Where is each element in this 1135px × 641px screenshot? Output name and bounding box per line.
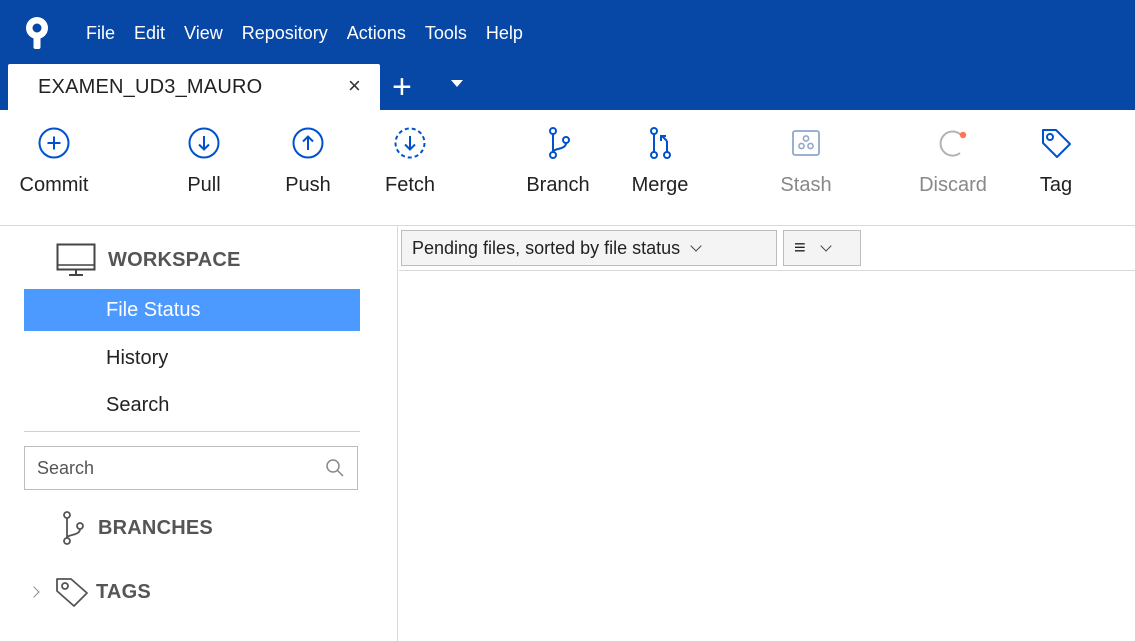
menu-edit[interactable]: Edit — [134, 22, 176, 44]
branch-icon — [549, 127, 570, 159]
workspace-header[interactable]: WORKSPACE — [56, 242, 241, 278]
workspace-label: WORKSPACE — [108, 248, 241, 271]
menu-help[interactable]: Help — [486, 22, 534, 44]
tag-icon — [56, 578, 88, 607]
fetch-button[interactable]: Fetch — [365, 126, 455, 226]
menu-actions[interactable]: Actions — [347, 22, 417, 44]
branch-icon — [63, 511, 84, 545]
plus-circle-icon — [38, 127, 70, 159]
sidebar-search-box — [24, 446, 358, 490]
merge-button[interactable]: Merge — [615, 126, 705, 226]
menu-bar: File Edit View Repository Actions Tools … — [86, 22, 542, 44]
main-toolbar: Commit Pull Push Fetch Branch Merge Stas… — [0, 110, 1135, 226]
title-bar: File Edit View Repository Actions Tools … — [0, 0, 1135, 110]
search-icon[interactable] — [325, 458, 345, 478]
file-status-panel: Pending files, sorted by file status ≡ — [399, 226, 1135, 641]
chevron-down-icon — [690, 239, 702, 252]
tags-label: TAGS — [96, 580, 151, 603]
sidebar-item-history[interactable]: History — [24, 337, 360, 379]
menu-view[interactable]: View — [184, 22, 234, 44]
sidebar-divider — [24, 431, 360, 432]
view-mode-dropdown[interactable]: ≡ — [783, 230, 861, 266]
pull-label: Pull — [187, 174, 221, 196]
branch-label: Branch — [526, 174, 590, 196]
sidebar-item-search[interactable]: Search — [24, 384, 360, 426]
file-list-toolbar: Pending files, sorted by file status ≡ — [399, 226, 1135, 271]
push-button[interactable]: Push — [263, 126, 353, 226]
arrow-up-circle-icon — [292, 127, 324, 159]
branch-button[interactable]: Branch — [513, 126, 603, 226]
tag-icon — [1042, 129, 1071, 158]
repo-tab-active[interactable]: EXAMEN_UD3_MAURO × — [8, 64, 380, 110]
fetch-label: Fetch — [384, 174, 436, 196]
branches-label: BRANCHES — [98, 516, 213, 539]
discard-icon — [939, 130, 967, 157]
arrow-down-circle-icon — [188, 127, 220, 159]
stash-button[interactable]: Stash — [761, 126, 851, 226]
list-view-icon: ≡ — [794, 236, 806, 259]
close-icon[interactable]: × — [348, 75, 361, 97]
menu-file[interactable]: File — [86, 22, 126, 44]
monitor-icon — [56, 243, 96, 276]
add-tab-icon[interactable]: + — [392, 70, 412, 104]
merge-icon — [650, 127, 671, 159]
tab-menu-caret-icon[interactable] — [451, 80, 463, 87]
sidebar-search-input[interactable] — [25, 447, 315, 489]
sourcetree-logo-icon — [26, 17, 48, 49]
tag-label: Tag — [1039, 174, 1073, 196]
pull-button[interactable]: Pull — [159, 126, 249, 226]
tags-section[interactable]: TAGS — [28, 572, 151, 612]
sidebar-item-file-status[interactable]: File Status — [24, 289, 360, 331]
repo-tabs: EXAMEN_UD3_MAURO × + — [0, 64, 1135, 110]
stash-label: Stash — [780, 174, 832, 196]
discard-label: Discard — [919, 174, 987, 196]
discard-button[interactable]: Discard — [908, 126, 998, 226]
sidebar: WORKSPACE File Status History Search BRA… — [0, 226, 398, 641]
sort-dropdown[interactable]: Pending files, sorted by file status — [401, 230, 777, 266]
push-label: Push — [285, 174, 331, 196]
chevron-down-icon — [820, 239, 832, 252]
branches-section[interactable]: BRANCHES — [58, 508, 213, 548]
tag-button[interactable]: Tag — [1011, 126, 1101, 226]
stash-icon — [792, 130, 820, 156]
commit-label: Commit — [19, 174, 89, 196]
chevron-right-icon[interactable] — [28, 586, 40, 598]
dashed-arrow-down-circle-icon — [394, 127, 426, 159]
merge-label: Merge — [631, 174, 689, 196]
menu-repository[interactable]: Repository — [242, 22, 339, 44]
sort-dropdown-value: Pending files, sorted by file status — [412, 237, 681, 258]
menu-tools[interactable]: Tools — [425, 22, 478, 44]
commit-button[interactable]: Commit — [9, 126, 99, 226]
repo-tab-label: EXAMEN_UD3_MAURO — [38, 76, 263, 98]
